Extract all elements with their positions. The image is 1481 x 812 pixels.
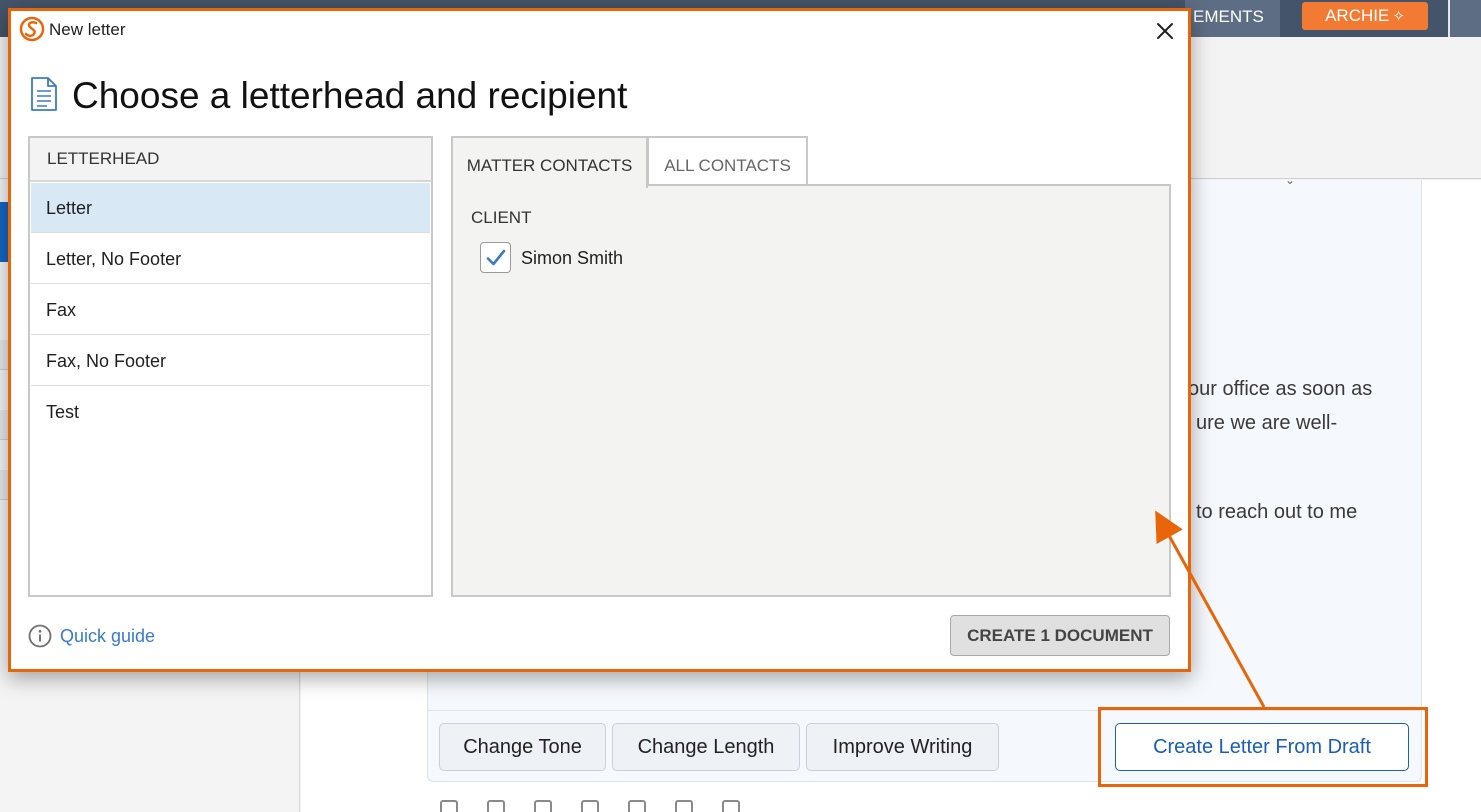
letterhead-item-letter[interactable]: Letter [31,183,430,233]
change-length-button[interactable]: Change Length [612,723,800,771]
improve-writing-button[interactable]: Improve Writing [806,723,999,771]
create-letter-from-draft-button[interactable]: Create Letter From Draft [1115,723,1409,771]
toolbar-icon[interactable] [440,800,458,812]
toolbar-icon[interactable] [675,800,693,812]
topbar-tab-partial[interactable] [1448,0,1481,37]
contact-checkbox[interactable] [480,242,511,273]
contact-name[interactable]: Simon Smith [521,248,623,269]
create-document-button[interactable]: CREATE 1 DOCUMENT [950,615,1170,656]
letterhead-header: LETTERHEAD [30,138,431,182]
toolbar-icon[interactable] [581,800,599,812]
letterhead-panel: LETTERHEAD Letter Letter, No Footer Fax … [28,136,433,597]
document-icon [31,77,57,111]
checkmark-icon [486,249,506,266]
left-pane-row[interactable] [0,410,8,440]
recipients-list: CLIENT Simon Smith [451,184,1171,597]
recipients-panel: MATTER CONTACTS ALL CONTACTS CLIENT Simo… [451,136,1171,597]
left-pane-row[interactable] [0,470,8,500]
tab-matter-contacts[interactable]: MATTER CONTACTS [451,136,648,188]
left-pane-row[interactable] [0,340,8,370]
client-group-label: CLIENT [471,208,532,227]
archie-label: ARCHIE [1325,6,1390,25]
smokeball-logo-icon [19,16,45,42]
dialog-heading: Choose a letterhead and recipient [72,75,628,116]
letterhead-item-fax-no-footer[interactable]: Fax, No Footer [31,336,430,386]
toolbar-icon[interactable] [487,800,505,812]
bottom-toolbar-icons [440,800,810,812]
dialog-title: New letter [49,20,126,39]
toolbar-icon[interactable] [534,800,552,812]
change-tone-button[interactable]: Change Tone [439,723,606,771]
toolbar-icon[interactable] [722,800,740,812]
draft-text-line: to reach out to me [1196,501,1358,523]
quick-guide-label: Quick guide [60,626,156,646]
archie-button[interactable]: ARCHIE ✧ [1302,2,1428,30]
toolbar-icon[interactable] [628,800,646,812]
info-icon [28,624,52,648]
tab-agreements[interactable]: EMENTS [1185,0,1280,37]
letterhead-item-letter-no-footer[interactable]: Letter, No Footer [31,234,430,284]
sparkle-icon: ✧ [1392,8,1405,25]
panel-divider [428,710,1420,711]
draft-text-line: ure we are well- [1196,412,1338,434]
draft-text-line: our office as soon as [1188,378,1373,400]
letterhead-item-fax[interactable]: Fax [31,285,430,335]
letterhead-item-test[interactable]: Test [31,387,430,437]
dialog-titlebar: New letter [11,11,1188,51]
panel-collapse-icon[interactable]: ⌄ [1285,173,1295,187]
new-letter-dialog: New letter Choose a letterhead and recip… [8,8,1191,672]
left-pane-blue-tab[interactable] [0,202,8,262]
close-icon[interactable] [1149,15,1181,47]
tab-all-contacts[interactable]: ALL CONTACTS [647,136,808,186]
